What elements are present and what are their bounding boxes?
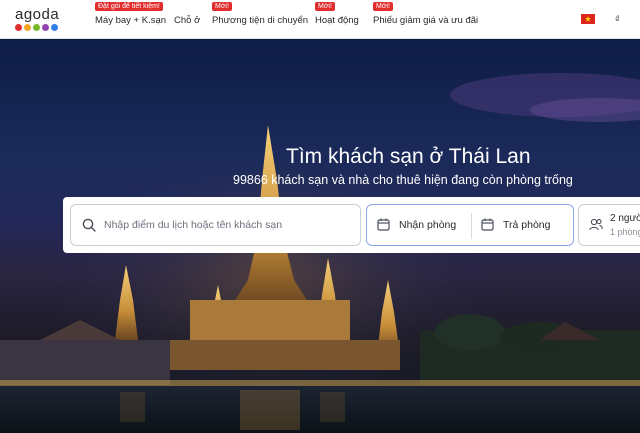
nav-badge-transport: Mới! [212,2,232,11]
logo-dot [24,24,31,31]
search-icon [82,218,96,232]
nav-item-activities[interactable]: Hoạt động [315,15,359,26]
logo-dot [42,24,49,31]
nav-item-deals[interactable]: Phiếu giảm giá và ưu đãi [373,15,478,26]
flag-star-icon [585,16,591,22]
search-box: Nhập điểm du lịch hoặc tên khách sạn Nhậ… [63,197,640,253]
check-in-label: Nhận phòng [399,219,457,231]
users-icon [589,218,603,231]
rooms-count: 1 phòng [610,227,640,237]
hero-title: Tìm khách sạn ở Thái Lan [286,145,531,168]
nav-item-accommodation[interactable]: Chỗ ở [174,15,200,26]
nav-badge-flight-hotel: Đặt gói để tiết kiệm! [95,2,163,11]
top-navigation-bar: agoda Đặt gói để tiết kiệm! Máy bay + K.… [0,0,640,39]
dates-field: Nhận phòng Trả phòng [366,204,574,246]
agoda-logo[interactable]: agoda [15,6,59,31]
check-out-field[interactable]: Trả phòng [472,205,574,245]
nav-badge-deals: Mới! [373,2,393,11]
vietnam-flag-icon[interactable] [581,14,595,24]
check-in-field[interactable]: Nhận phòng [367,205,471,245]
check-out-label: Trả phòng [503,219,551,231]
nav-item-transport[interactable]: Phương tiện di chuyển [212,15,308,26]
hero-banner: Tìm khách sạn ở Thái Lan 99866 khách sạn… [0,40,640,433]
destination-placeholder: Nhập điểm du lịch hoặc tên khách sạn [104,219,283,231]
guests-count: 2 người lớn [610,213,640,224]
logo-dots [15,24,59,31]
guests-field[interactable]: 2 người lớn 1 phòng [578,204,640,246]
logo-dot [33,24,40,31]
logo-text: agoda [15,6,60,23]
calendar-icon [481,218,494,231]
currency-selector[interactable]: ₫ [615,14,620,24]
destination-field[interactable]: Nhập điểm du lịch hoặc tên khách sạn [70,204,361,246]
logo-dot [15,24,22,31]
calendar-icon [377,218,390,231]
logo-dot [51,24,58,31]
nav-item-flight-hotel[interactable]: Máy bay + K.sạn [95,15,166,26]
hero-subtitle: 99866 khách sạn và nhà cho thuê hiện đan… [233,173,573,187]
nav-badge-activities: Mới! [315,2,335,11]
